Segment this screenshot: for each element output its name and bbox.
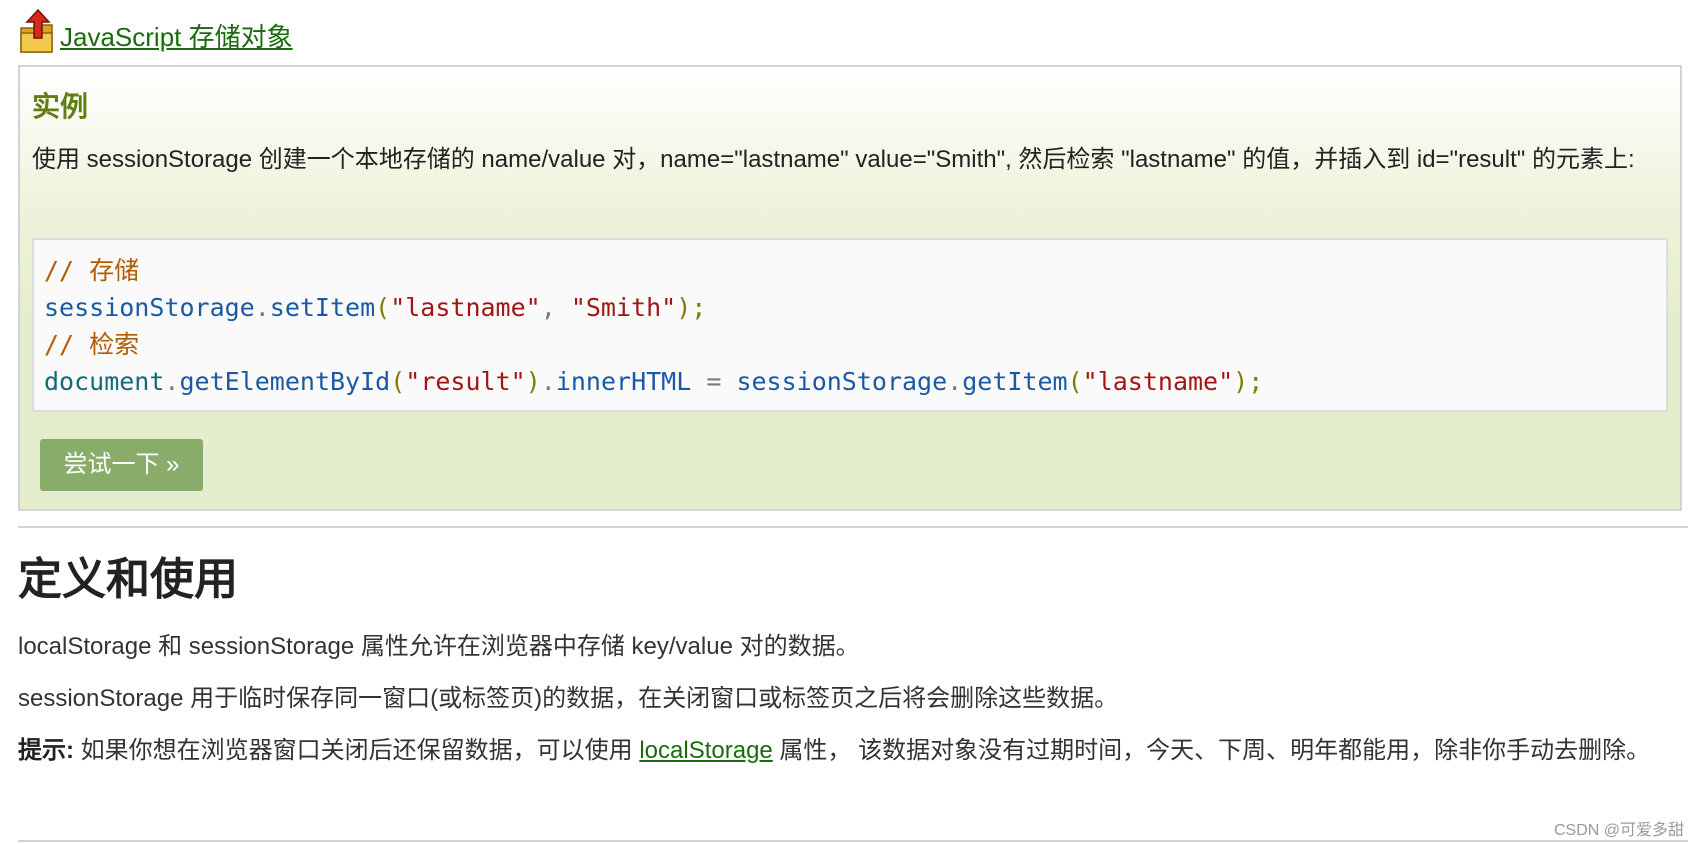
- code-token: (: [1067, 367, 1083, 396]
- back-arrow-folder-icon[interactable]: [18, 8, 58, 54]
- watermark: CSDN @可爱多甜: [1553, 822, 1684, 839]
- paragraph-session-storage: sessionStorage 用于临时保存同一窗口(或标签页)的数据，在关闭窗口…: [18, 685, 1119, 712]
- code-token: =: [691, 367, 737, 396]
- code-token: "result": [405, 367, 526, 396]
- code-token: (: [390, 367, 406, 396]
- code-token: .: [164, 367, 180, 396]
- paragraph-tip: 提示: 如果你想在浏览器窗口关闭后还保留数据，可以使用 localStorage…: [18, 725, 1688, 777]
- back-link-row[interactable]: JavaScript 存储对象: [18, 4, 293, 54]
- code-token: .: [540, 367, 556, 396]
- tip-label: 提示:: [18, 737, 74, 764]
- code-token: sessionStorage: [44, 293, 255, 322]
- example-box: 实例 使用 sessionStorage 创建一个本地存储的 name/valu…: [18, 65, 1682, 511]
- try-it-button[interactable]: 尝试一下 »: [40, 439, 203, 491]
- divider: [18, 840, 1688, 842]
- code-token: getItem: [962, 367, 1068, 396]
- code-token: "Smith": [570, 293, 677, 322]
- code-token: getElementById: [179, 367, 391, 396]
- tip-text-before: 如果你想在浏览器窗口关闭后还保留数据，可以使用: [74, 737, 640, 764]
- code-token: ): [525, 367, 541, 396]
- code-token: "lastname": [1082, 367, 1234, 396]
- code-token: );: [676, 293, 707, 322]
- code-token: .: [947, 367, 963, 396]
- code-token: );: [1233, 367, 1264, 396]
- code-block: // 存储 sessionStorage.setItem("lastname",…: [32, 238, 1668, 412]
- code-token: innerHTML: [555, 367, 692, 396]
- code-token: "lastname": [390, 293, 541, 322]
- code-token: sessionStorage: [736, 367, 948, 396]
- page: JavaScript 存储对象 实例 使用 sessionStorage 创建一…: [0, 0, 1702, 844]
- back-link[interactable]: JavaScript 存储对象: [60, 22, 293, 52]
- code-token: ,: [540, 293, 571, 322]
- paragraph-definition: localStorage 和 sessionStorage 属性允许在浏览器中存…: [18, 633, 860, 660]
- tip-text-after: 属性， 该数据对象没有过期时间，今天、下周、明年都能用，除非你手动去删除。: [772, 737, 1651, 764]
- code-token: (: [375, 293, 391, 322]
- localstorage-link[interactable]: localStorage: [639, 737, 772, 764]
- example-description: 使用 sessionStorage 创建一个本地存储的 name/value 对…: [32, 146, 1635, 173]
- section-title: 定义和使用: [18, 555, 238, 604]
- divider: [18, 526, 1688, 528]
- code-token: document: [44, 367, 165, 396]
- example-title: 实例: [32, 91, 89, 122]
- code-comment-store: // 存储: [44, 256, 140, 285]
- code-token: .: [254, 293, 270, 322]
- code-token: setItem: [269, 293, 376, 322]
- code-comment-retrieve: // 检索: [44, 330, 140, 359]
